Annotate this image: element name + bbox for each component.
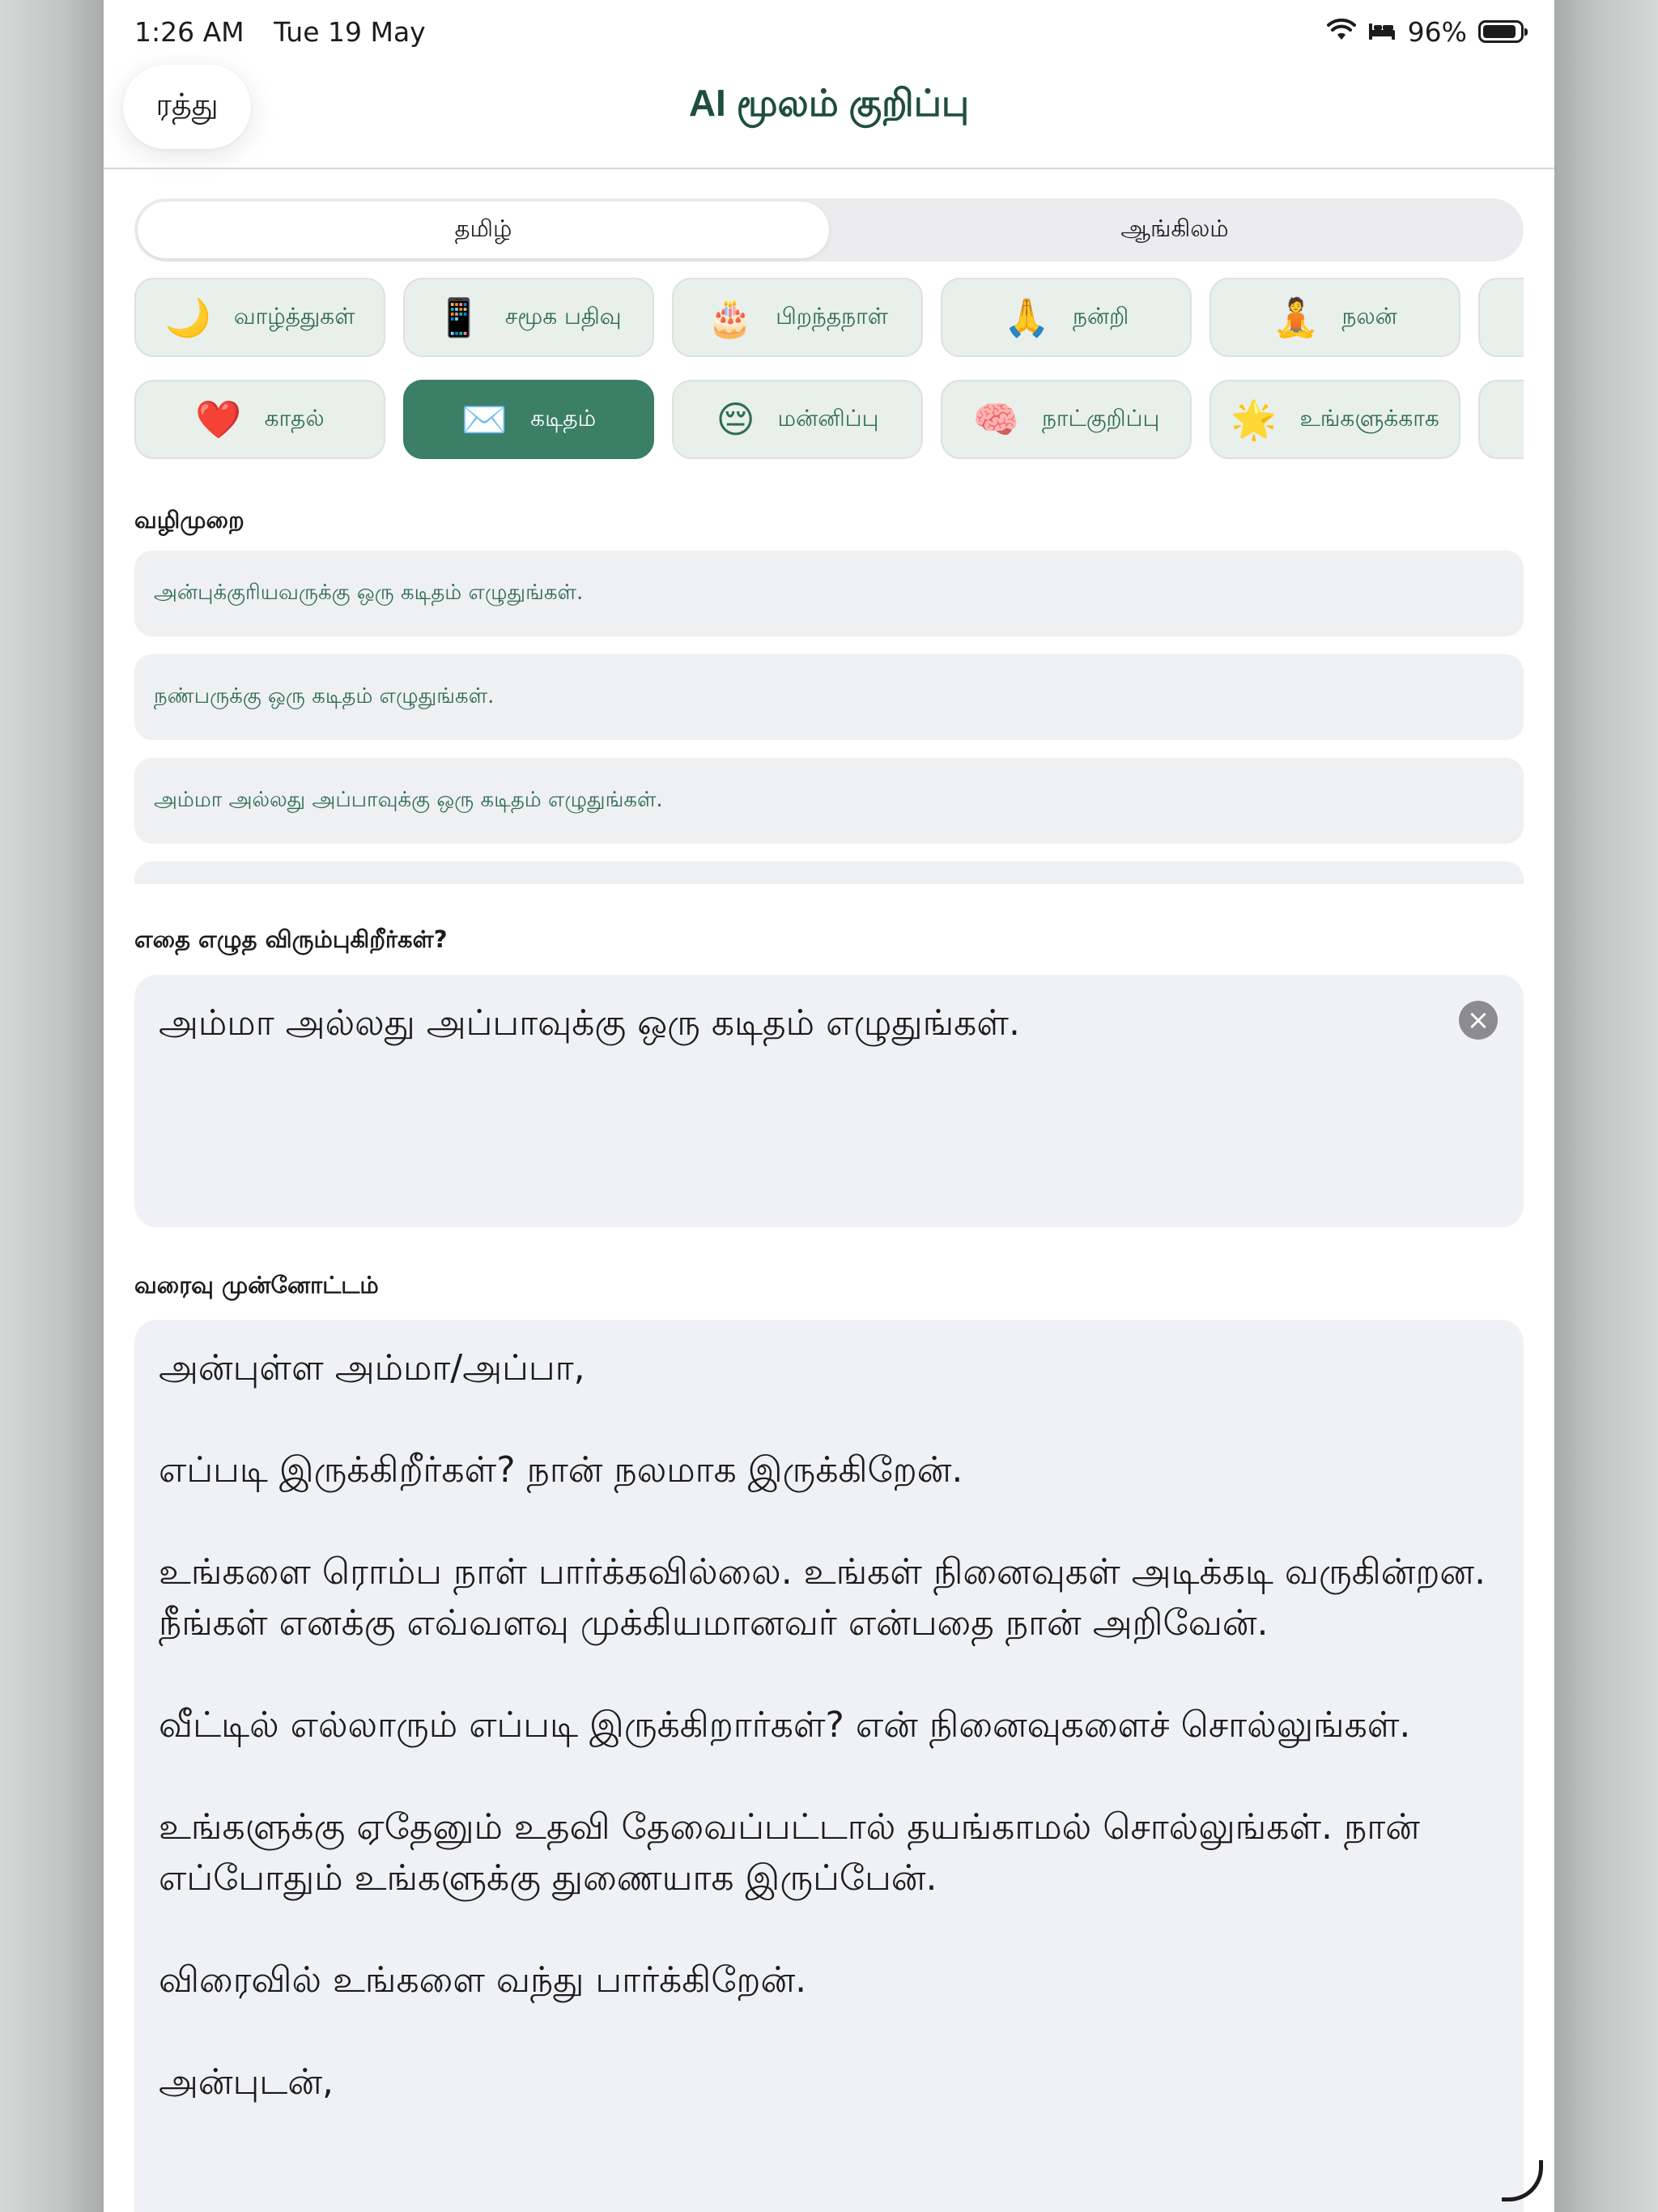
category-label: நாட்குறிப்பு	[1041, 404, 1160, 432]
category-chip-thanks[interactable]: 🙏 நன்றி	[941, 278, 1192, 357]
suggestion-item-partial[interactable]	[134, 861, 1524, 884]
page-title: AI மூலம் குறிப்பு	[688, 82, 970, 124]
suggestion-item[interactable]: அன்புக்குரியவருக்கு ஒரு கடிதம் எழுதுங்கள…	[134, 551, 1524, 636]
suggestions-list: அன்புக்குரியவருக்கு ஒரு கடிதம் எழுதுங்கள…	[134, 551, 1524, 884]
background-right	[1554, 0, 1658, 2212]
category-chip-overflow[interactable]	[1478, 278, 1524, 357]
moon-icon: 🌙	[164, 296, 211, 339]
draft-preview-text[interactable]: அன்புள்ள அம்மா/அப்பா, எப்படி இருக்கிறீர்…	[159, 1342, 1503, 2108]
prompt-input[interactable]: அம்மா அல்லது அப்பாவுக்கு ஒரு கடிதம் எழுத…	[134, 975, 1524, 1227]
category-chip-for-you[interactable]: 🌟 உங்களுக்காக	[1209, 380, 1460, 459]
brain-icon: 🧠	[972, 398, 1019, 441]
heart-icon: ❤️	[195, 398, 242, 441]
suggestion-item[interactable]: அம்மா அல்லது அப்பாவுக்கு ஒரு கடிதம் எழுத…	[134, 758, 1524, 844]
meditation-icon: 🧘	[1273, 296, 1320, 339]
resize-handle-icon[interactable]	[1502, 2160, 1543, 2201]
tab-english[interactable]: ஆங்கிலம்	[829, 202, 1520, 258]
draft-preview[interactable]: அன்புள்ள அம்மா/அப்பா, எப்படி இருக்கிறீர்…	[134, 1320, 1524, 2212]
suggestion-item[interactable]: நண்பருக்கு ஒரு கடிதம் எழுதுங்கள்.	[134, 654, 1524, 740]
category-chip-overflow[interactable]	[1478, 380, 1524, 459]
tab-tamil[interactable]: தமிழ்	[138, 202, 829, 258]
status-bar: 1:26 AM Tue 19 May 96%	[134, 11, 1528, 52]
phone-icon: 📱	[436, 296, 483, 339]
bed-icon	[1367, 16, 1397, 48]
category-chip-journal[interactable]: 🧠 நாட்குறிப்பு	[941, 380, 1192, 459]
ai-note-sheet: 1:26 AM Tue 19 May 96% ரத்து AI மூலம் கு…	[104, 0, 1554, 2212]
category-label: உங்களுக்காக	[1299, 404, 1439, 432]
category-chip-wishes[interactable]: 🌙 வாழ்த்துகள்	[134, 278, 385, 357]
language-segmented-control: தமிழ் ஆங்கிலம்	[134, 198, 1524, 262]
category-label: கடிதம்	[530, 404, 597, 432]
battery-icon	[1478, 20, 1528, 43]
category-chip-love[interactable]: ❤️ காதல்	[134, 380, 385, 459]
category-label: வாழ்த்துகள்	[233, 302, 355, 330]
category-label: சமூக பதிவு	[504, 302, 622, 330]
clear-icon[interactable]: ×	[1459, 1001, 1498, 1040]
prompt-label: எதை எழுத விரும்புகிறீர்கள்?	[134, 925, 448, 953]
pensive-face-icon: 😔	[716, 398, 755, 441]
prompt-input-text[interactable]: அம்மா அல்லது அப்பாவுக்கு ஒரு கடிதம் எழுத…	[159, 1002, 1020, 1049]
nav-divider	[104, 168, 1554, 169]
background-left	[0, 0, 104, 2212]
envelope-icon: ✉️	[461, 398, 508, 441]
category-chip-apology[interactable]: 😔 மன்னிப்பு	[672, 380, 923, 459]
category-label: நன்றி	[1073, 302, 1129, 330]
status-right: 96%	[1326, 15, 1528, 48]
category-label: நலன்	[1341, 302, 1397, 330]
category-chip-letter[interactable]: ✉️ கடிதம்	[403, 380, 654, 459]
suggestions-label: வழிமுறை	[134, 506, 244, 534]
category-chip-birthday[interactable]: 🎂 பிறந்தநாள்	[672, 278, 923, 357]
category-row-1: 🌙 வாழ்த்துகள் 📱 சமூக பதிவு 🎂 பிறந்தநாள் …	[134, 278, 1524, 359]
pray-icon: 🙏	[1003, 296, 1051, 339]
status-time: 1:26 AM	[134, 15, 244, 48]
category-chip-wellness[interactable]: 🧘 நலன்	[1209, 278, 1460, 357]
status-date: Tue 19 May	[274, 15, 426, 48]
preview-label: வரைவு முன்னோட்டம்	[134, 1271, 379, 1299]
category-row-2: ❤️ காதல் ✉️ கடிதம் 😔 மன்னிப்பு 🧠 நாட்குற…	[134, 380, 1524, 461]
category-chip-social-post[interactable]: 📱 சமூக பதிவு	[403, 278, 654, 357]
category-label: மன்னிப்பு	[777, 404, 879, 432]
star-icon: 🌟	[1231, 398, 1278, 441]
category-label: பிறந்தநாள்	[776, 302, 888, 330]
wifi-icon	[1326, 16, 1356, 48]
battery-percent: 96%	[1407, 15, 1467, 48]
category-label: காதல்	[264, 404, 325, 432]
cake-icon: 🎂	[707, 296, 754, 339]
status-left: 1:26 AM Tue 19 May	[134, 16, 447, 48]
